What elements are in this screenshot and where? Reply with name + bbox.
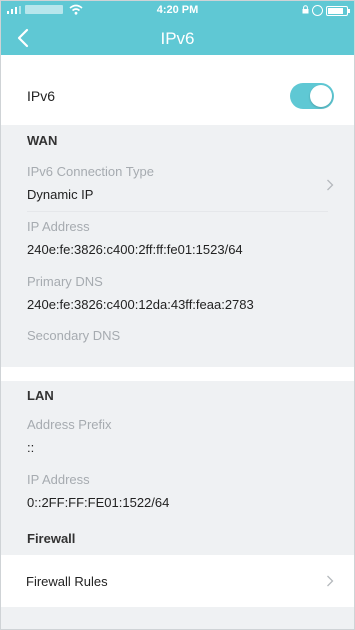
chevron-right-icon xyxy=(327,575,334,587)
footer-space xyxy=(1,607,354,629)
rotation-lock-icon xyxy=(302,5,309,14)
wan-section-header: WAN xyxy=(1,125,354,156)
ipv6-row: IPv6 xyxy=(1,69,354,123)
secondary-dns-label: Secondary DNS xyxy=(27,328,121,343)
page-title: IPv6 xyxy=(160,29,195,48)
alarm-icon xyxy=(312,5,323,16)
address-prefix-label: Address Prefix xyxy=(27,417,112,432)
firewall-section-header: Firewall xyxy=(1,523,354,555)
wan-ip-address-label: IP Address xyxy=(27,219,90,234)
divider xyxy=(27,211,328,212)
primary-dns-label: Primary DNS xyxy=(27,274,103,289)
primary-dns-value: 240e:fe:3826:c400:12da:43ff:feaa:2783 xyxy=(27,297,254,312)
firewall-rules-label: Firewall Rules xyxy=(26,574,108,589)
chevron-right-icon xyxy=(327,179,334,191)
connection-type-value: Dynamic IP xyxy=(27,187,94,202)
status-bar: 4:20 PM xyxy=(1,1,354,19)
connection-type-row[interactable]: IPv6 Connection Type Dynamic IP xyxy=(1,156,354,212)
connection-type-label: IPv6 Connection Type xyxy=(27,164,154,179)
lan-ip-address-value: 0::2FF:FF:FE01:1522/64 xyxy=(27,495,170,510)
firewall-heading: Firewall xyxy=(27,531,76,546)
app-header: 4:20 PM IPv6 xyxy=(1,1,354,55)
lan-ip-address-label: IP Address xyxy=(27,472,90,487)
lan-section: Address Prefix :: IP Address 0::2FF:FF:F… xyxy=(1,411,354,523)
wan-ip-address-value: 240e:fe:3826:c400:2ff:ff:fe01:1523/64 xyxy=(27,242,243,257)
ipv6-label: IPv6 xyxy=(27,88,56,104)
ipv6-toggle[interactable] xyxy=(290,83,334,109)
address-prefix-value: :: xyxy=(27,440,35,455)
firewall-rules-row[interactable]: Firewall Rules xyxy=(1,555,354,607)
wan-section: IPv6 Connection Type Dynamic IP IP Addre… xyxy=(1,156,354,367)
wan-heading: WAN xyxy=(27,133,58,148)
lan-heading: LAN xyxy=(27,388,54,403)
battery-icon xyxy=(326,6,350,16)
toggle-knob xyxy=(310,85,332,107)
app-frame: 4:20 PM IPv6 IPv6 WAN IPv6 Connection Ty… xyxy=(0,0,355,630)
lan-section-header: LAN xyxy=(1,381,354,411)
